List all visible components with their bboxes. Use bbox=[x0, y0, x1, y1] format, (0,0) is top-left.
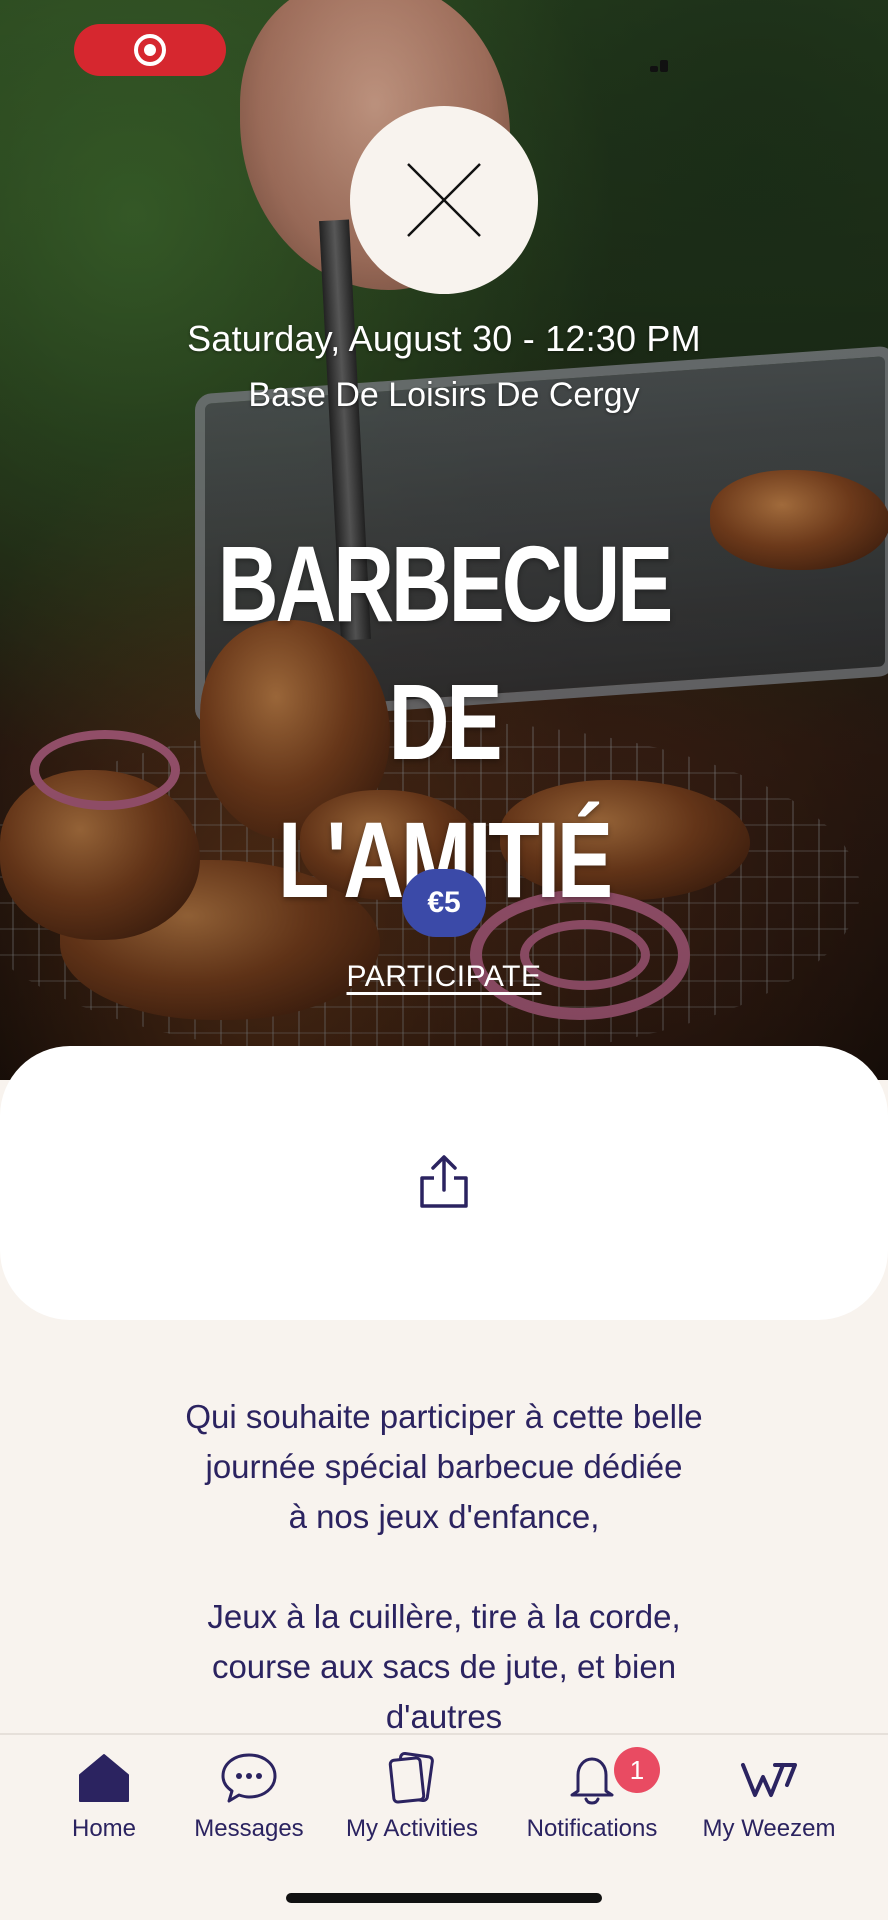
tab-my-activities[interactable]: My Activities bbox=[336, 1749, 488, 1849]
description-line: journée spécial barbecue dédiée bbox=[205, 1448, 683, 1485]
close-button[interactable] bbox=[350, 106, 538, 294]
event-title-line: BARBECUE DE bbox=[217, 523, 674, 782]
event-description: Qui souhaite participer à cette belle jo… bbox=[80, 1392, 808, 1742]
description-line: course aux sacs de jute, et bien bbox=[211, 1648, 677, 1685]
signal-icon bbox=[650, 58, 672, 72]
tab-messages[interactable]: Messages bbox=[188, 1749, 310, 1849]
home-icon bbox=[79, 1754, 129, 1802]
tab-label: Home bbox=[71, 1815, 137, 1842]
tab-label: Messages bbox=[194, 1815, 304, 1842]
event-date: Saturday, August 30 - 12:30 PM bbox=[187, 318, 701, 359]
tab-my-weezem[interactable]: My Weezem bbox=[696, 1749, 842, 1849]
tab-bar: Home Messages My Activities 1 Notificati… bbox=[0, 1733, 888, 1920]
screen-recording-indicator[interactable] bbox=[74, 24, 226, 76]
notification-badge: 1 bbox=[614, 1747, 660, 1793]
cards-icon bbox=[388, 1752, 434, 1804]
tab-notifications[interactable]: 1 Notifications bbox=[518, 1747, 666, 1849]
description-line: Jeux à la cuillère, tire à la corde, bbox=[207, 1598, 681, 1635]
price-badge: €5 bbox=[402, 869, 486, 937]
record-icon bbox=[134, 34, 166, 66]
event-title: BARBECUE DE L'AMITIÉ bbox=[176, 515, 713, 929]
description-line: Qui souhaite participer à cette belle bbox=[185, 1398, 703, 1435]
participate-button[interactable]: PARTICIPATE bbox=[0, 960, 888, 994]
description-line: à nos jeux d'enfance, bbox=[288, 1498, 600, 1535]
tab-label: Notifications bbox=[526, 1815, 658, 1842]
tab-label: My Activities bbox=[345, 1815, 479, 1842]
weezem-logo-icon bbox=[741, 1763, 797, 1797]
share-icon[interactable] bbox=[414, 1152, 474, 1212]
tab-home[interactable]: Home bbox=[52, 1749, 156, 1849]
tab-label: My Weezem bbox=[702, 1815, 836, 1842]
chat-bubble-icon bbox=[221, 1753, 277, 1803]
event-location: Base De Loisirs De Cergy bbox=[248, 376, 640, 414]
close-icon bbox=[407, 163, 481, 237]
bell-icon bbox=[570, 1757, 614, 1805]
home-indicator[interactable] bbox=[286, 1893, 602, 1903]
